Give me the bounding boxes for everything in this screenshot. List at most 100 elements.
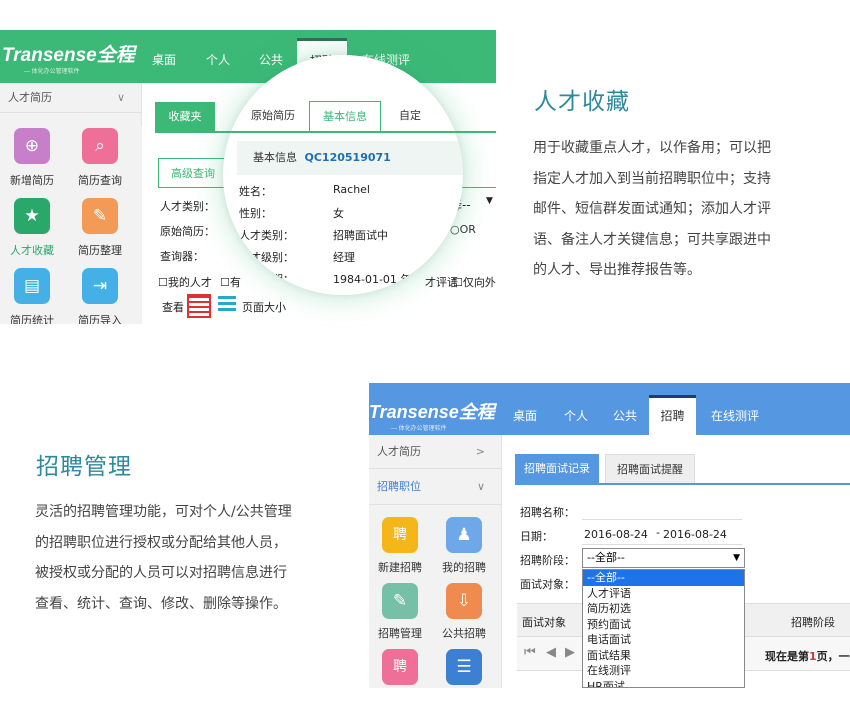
section-title-recruit-management: 招聘管理 <box>36 454 132 480</box>
date-from-input[interactable]: 2016-08-24 <box>584 528 648 541</box>
sidebar-2: 人才简历 > 招聘职位 ∨ 聘 新建招聘 ♟ 我的招聘 ✎ 招聘管理 ⇩ 公共招… <box>369 435 502 688</box>
info-field-label: 人才级别： <box>239 251 294 264</box>
dropdown-option[interactable]: 预约面试 <box>583 617 744 633</box>
brand-logo-2: Transense全程 — 体化办公管理软件 <box>369 398 495 432</box>
desc-line: 的人才、导出推荐报告等。 <box>533 262 701 278</box>
stage-select[interactable]: --全部-- ▼ <box>582 548 745 568</box>
tab-advanced-search[interactable]: 高级查询 <box>158 158 228 188</box>
nav2-recruit[interactable]: 招聘 <box>649 395 696 435</box>
date-separator: - <box>656 526 660 539</box>
prev-page-icon[interactable]: ◀ <box>546 645 556 660</box>
sidebar-header[interactable]: 人才简历 ∨ <box>0 83 141 113</box>
sidebar2-recruit-position-label: 招聘职位 <box>377 480 421 493</box>
tag-icon[interactable]: ✎ <box>82 198 118 234</box>
checkbox-external-only[interactable]: ☐仅向外 <box>453 274 496 290</box>
col-recruit-stage: 招聘阶段 <box>791 616 835 629</box>
sidebar2-talent-resume[interactable]: 人才简历 > <box>369 435 501 469</box>
magnifier-divider <box>223 131 463 133</box>
nav-desktop[interactable]: 桌面 <box>152 51 176 68</box>
dropdown-option[interactable]: 在线测评 <box>583 663 744 679</box>
first-page-icon[interactable]: ⏮ <box>524 645 536 660</box>
icon-label-recruit-management: 招聘管理 <box>378 627 422 640</box>
label-interview-target: 面试对象： <box>520 578 575 591</box>
date-to-input[interactable]: 2016-08-24 <box>663 528 727 541</box>
interview-icon[interactable]: ☰ <box>446 649 482 685</box>
info-field-label: 姓名： <box>239 185 272 198</box>
nav2-desktop[interactable]: 桌面 <box>513 407 537 424</box>
tab-favorites[interactable]: 收藏夹 <box>155 102 215 132</box>
nav2-personal[interactable]: 个人 <box>564 407 588 424</box>
info-magnifier-circle: 原始简历 基本信息 自定 基本信息 QC120519071 姓名： Rachel 性… <box>223 55 463 295</box>
select-arrow-icon: ▼ <box>733 553 740 563</box>
import-icon[interactable]: ⇥ <box>82 268 118 304</box>
right-mask-1 <box>496 30 516 324</box>
checkbox-my-talent[interactable]: ☐我的人才 <box>158 274 212 290</box>
select-arrow-icon[interactable]: ▼ <box>486 196 493 206</box>
icon-label-new-resume: 新增简历 <box>10 174 54 187</box>
magnified-tab-custom: 自定 <box>399 109 421 122</box>
public-recruit-icon[interactable]: ⇩ <box>446 583 482 619</box>
icon-grid: ⊕ 新增简历 ⌕ 简历查询 ★ 人才收藏 ✎ 简历整理 ▤ 简历统计 ⇥ 简历导… <box>0 126 142 324</box>
dropdown-option[interactable]: 人才评语 <box>583 586 744 602</box>
nav2-public[interactable]: 公共 <box>613 407 637 424</box>
section-desc-recruit-management: 灵活的招聘管理功能，可对个人/公共管理 的招聘职位进行授权或分配给其他人员， 被授权… <box>35 497 292 619</box>
dropdown-option[interactable]: --全部-- <box>583 570 744 586</box>
pager-status: 现在是第1页，一共 <box>765 648 850 664</box>
chevron-down-icon: ∨ <box>116 91 125 104</box>
grid-view-icon[interactable] <box>218 296 236 314</box>
icon-label-resume-query: 简历查询 <box>78 174 122 187</box>
clipboard-icon[interactable]: ✎ <box>382 583 418 619</box>
info-field-value: 5 <box>333 293 340 295</box>
pager-tail: 页，一共 <box>816 650 850 663</box>
list-view-icon[interactable] <box>187 294 211 318</box>
nav2-online-test[interactable]: 在线测评 <box>711 407 759 424</box>
next-page-icon[interactable]: ▶ <box>565 645 575 660</box>
date-underline <box>582 544 742 545</box>
icon-label-resume-organize: 简历整理 <box>78 244 122 257</box>
icon-label-resume-stats: 简历统计 <box>10 314 54 324</box>
brand-logo-text: Transense全程 <box>2 45 135 66</box>
label-query: 查询器： <box>160 250 204 263</box>
dropdown-option[interactable]: 面试结果 <box>583 648 744 664</box>
checkbox-external-label: 仅向外 <box>462 276 496 289</box>
desc-line: 灵活的招聘管理功能，可对个人/公共管理 <box>35 504 292 520</box>
dropdown-option[interactable]: 简历初选 <box>583 601 744 617</box>
tab-interview-records[interactable]: 招聘面试记录 <box>515 454 599 484</box>
desc-line: 的招聘职位进行授权或分配给其他人员， <box>35 534 287 551</box>
recruit-new-icon[interactable]: 聘 <box>382 517 418 553</box>
icon-label-talent-favorites: 人才收藏 <box>10 244 54 257</box>
dropdown-option[interactable]: HR面试 <box>583 679 744 688</box>
page-size-label: 页面大小 <box>242 301 286 314</box>
brand-tagline-2: — 体化办公管理软件 <box>391 426 447 432</box>
info-field-value: 招聘面试中 <box>333 229 388 242</box>
doc-search-icon[interactable]: ⌕ <box>82 128 118 164</box>
label-talent-category: 人才类别： <box>160 200 215 213</box>
tab-divider-2 <box>515 483 850 485</box>
user-icon[interactable]: ♟ <box>446 517 482 553</box>
dropdown-option[interactable]: 电话面试 <box>583 632 744 648</box>
checkbox-has[interactable]: ☐有 <box>220 274 241 290</box>
magnified-tab-basic: 基本信息 <box>309 101 381 131</box>
recruit-record-icon[interactable]: 聘 <box>382 649 418 685</box>
recruit-name-input[interactable] <box>582 519 742 520</box>
star-hat-icon[interactable]: ★ <box>14 198 50 234</box>
info-field-label: 工限： <box>239 293 272 295</box>
info-field-label: 性别： <box>239 207 272 220</box>
desc-line: 用于收藏重点人才，以作备用；可以把 <box>533 140 771 156</box>
sidebar2-recruit-position[interactable]: 招聘职位 ∨ <box>369 469 501 505</box>
report-icon[interactable]: ▤ <box>14 268 50 304</box>
desc-line: 语、备注人才关键信息；可共享跟进中 <box>533 231 771 248</box>
desc-line: 邮件、短信群发面试通知；添加人才评 <box>533 201 771 217</box>
pager-text: 现在是第 <box>765 650 809 663</box>
info-field-value: 1984-01-01 年龄 <box>333 273 423 286</box>
brand-tagline: — 体化办公管理软件 <box>24 69 80 75</box>
info-field-label: 人才类别： <box>239 229 294 242</box>
tab-interview-reminders[interactable]: 招聘面试提醒 <box>605 454 695 484</box>
magnified-tab-original: 原始简历 <box>251 109 295 122</box>
view-label: 查看 <box>162 301 184 314</box>
pager-current-page: 1 <box>809 650 817 663</box>
stage-dropdown-list: --全部-- 人才评语 简历初选 预约面试 电话面试 面试结果 在线测评 HR面试 <box>582 569 745 688</box>
sidebar2-talent-resume-label: 人才简历 <box>377 445 421 458</box>
plus-circle-icon[interactable]: ⊕ <box>14 128 50 164</box>
section-desc-talent-favorites: 用于收藏重点人才，以作备用；可以把 指定人才加入到当前招聘职位中；支持 邮件、短信群… <box>533 133 771 286</box>
